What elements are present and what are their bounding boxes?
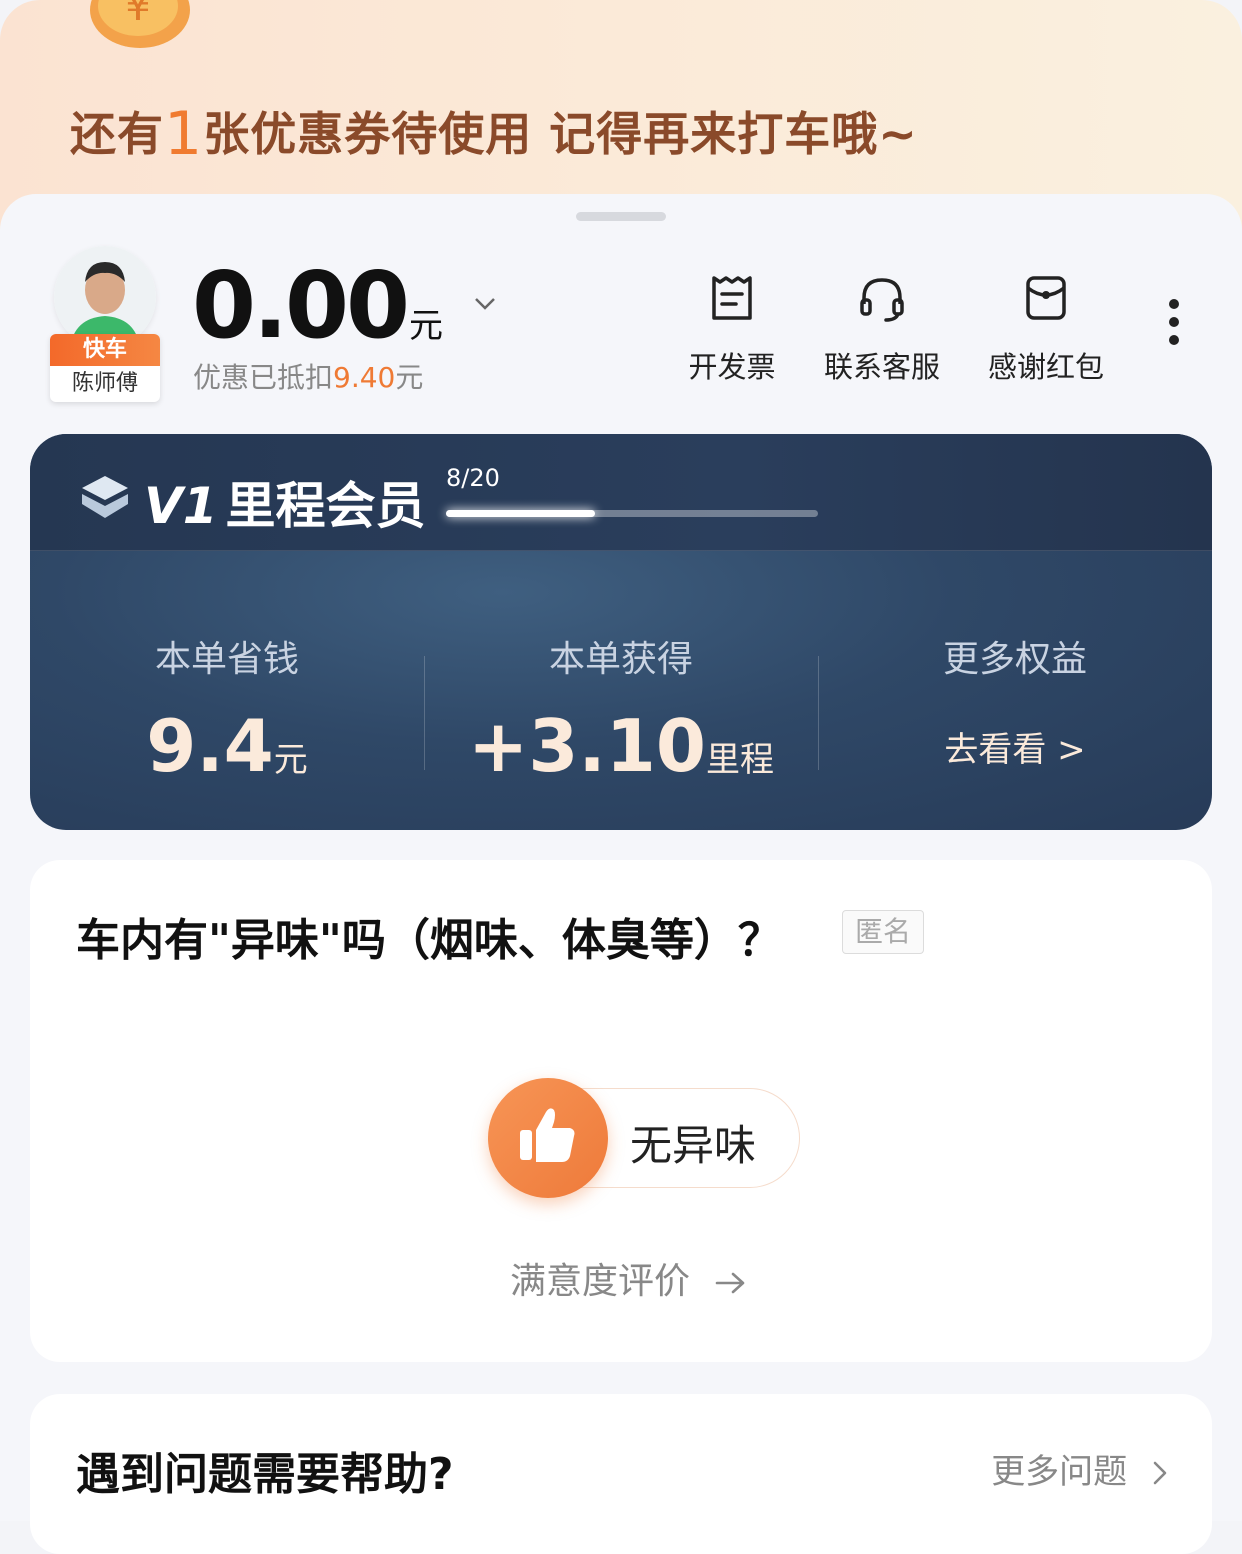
- membership-logo-icon: [82, 476, 128, 518]
- mileage-progress-label: 8/20: [446, 464, 500, 492]
- banner-text-before: 还有: [70, 107, 164, 161]
- membership-title: V1 里程会员: [144, 466, 426, 538]
- fare-amount[interactable]: 0.00元: [192, 252, 496, 359]
- stat-earned-value: +3.10里程: [424, 704, 818, 788]
- view-benefits-link[interactable]: 去看看 >: [818, 722, 1212, 771]
- coin-icon: ¥: [90, 0, 190, 48]
- discount-value: 9.40: [333, 361, 396, 394]
- svg-text:¥: ¥: [125, 0, 150, 30]
- invoice-icon: [712, 276, 752, 320]
- membership-card[interactable]: V1 里程会员 8/20 本单省钱 9.4元 本单获得 +3.10里程 更多权益 …: [30, 434, 1212, 830]
- fare-value: 0.00: [192, 252, 410, 359]
- customer-service-button[interactable]: 联系客服: [812, 272, 952, 386]
- membership-header: V1 里程会员 8/20: [30, 434, 1212, 551]
- odor-feedback-card: 车内有"异味"吗（烟味、体臭等）？ 匿名 无异味 满意度评价: [30, 860, 1212, 1362]
- driver-avatar[interactable]: [54, 246, 156, 348]
- arrow-right-icon: [716, 1272, 745, 1294]
- stat-more-benefits[interactable]: 更多权益 去看看 >: [818, 630, 1212, 771]
- chevron-down-icon[interactable]: [474, 297, 496, 311]
- service-type-label: 快车: [50, 334, 160, 366]
- more-benefits-label: 更多权益: [942, 639, 1087, 680]
- banner-text-after: 张优惠券待使用 记得再来打车哦~: [203, 107, 918, 161]
- driver-photo-icon: [54, 246, 156, 348]
- red-envelope-icon: [1026, 276, 1066, 320]
- more-questions-link[interactable]: 更多问题: [991, 1444, 1168, 1493]
- stat-saved-label: 本单省钱: [154, 639, 299, 680]
- earned-mileage: +3.10: [468, 704, 706, 788]
- coupon-reminder-text: 还有1张优惠券待使用 记得再来打车哦~: [70, 98, 918, 169]
- invoice-button[interactable]: 开发票: [662, 272, 802, 386]
- satisfaction-rating-link[interactable]: 满意度评价: [510, 1252, 747, 1304]
- mileage-progress-bar: [446, 510, 818, 517]
- earned-unit: 里程: [705, 740, 774, 780]
- discount-unit: 元: [395, 361, 424, 394]
- thumbs-up-icon: [520, 1108, 575, 1162]
- order-sheet: 快车 陈师傅 0.00元 优惠已抵扣9.40元 开发票 联系客服 感谢红包 V1…: [0, 194, 1242, 1554]
- more-questions-label: 更多问题: [991, 1452, 1128, 1492]
- headset-icon: [860, 278, 904, 322]
- help-title: 遇到问题需要帮助?: [76, 1449, 454, 1500]
- odor-question: 车内有"异味"吗（烟味、体臭等）？: [76, 915, 782, 966]
- mileage-progress-fill: [446, 510, 595, 517]
- satisfaction-rating-label: 满意度评价: [510, 1261, 691, 1302]
- help-card: 遇到问题需要帮助? 更多问题: [30, 1394, 1212, 1554]
- stat-saved-value: 9.4元: [30, 704, 424, 788]
- saved-unit: 元: [273, 740, 308, 780]
- driver-tag: 快车 陈师傅: [50, 334, 160, 402]
- drag-handle[interactable]: [576, 212, 666, 221]
- more-options-icon[interactable]: [1160, 294, 1188, 350]
- stat-earned-label: 本单获得: [548, 639, 693, 680]
- driver-name: 陈师傅: [71, 371, 138, 396]
- membership-level: V1: [144, 477, 218, 535]
- thumbs-up-button[interactable]: [488, 1078, 608, 1198]
- coupon-count: 1: [164, 99, 204, 169]
- thanks-red-envelope-label: 感谢红包: [987, 350, 1104, 384]
- no-odor-label: 无异味: [630, 1121, 757, 1170]
- invoice-label: 开发票: [688, 350, 776, 384]
- anonymous-badge: 匿名: [842, 910, 925, 954]
- saved-amount: 9.4: [146, 704, 274, 788]
- thanks-red-envelope-button[interactable]: 感谢红包: [976, 272, 1116, 386]
- chevron-right-icon: [1153, 1461, 1167, 1485]
- membership-name: 里程会员: [225, 477, 426, 535]
- customer-service-label: 联系客服: [823, 350, 940, 384]
- fare-unit: 元: [409, 306, 443, 346]
- discount-text: 优惠已抵扣9.40元: [193, 356, 423, 396]
- discount-prefix: 优惠已抵扣: [193, 361, 334, 394]
- stat-saved: 本单省钱 9.4元: [30, 630, 424, 788]
- stat-earned: 本单获得 +3.10里程: [424, 630, 818, 788]
